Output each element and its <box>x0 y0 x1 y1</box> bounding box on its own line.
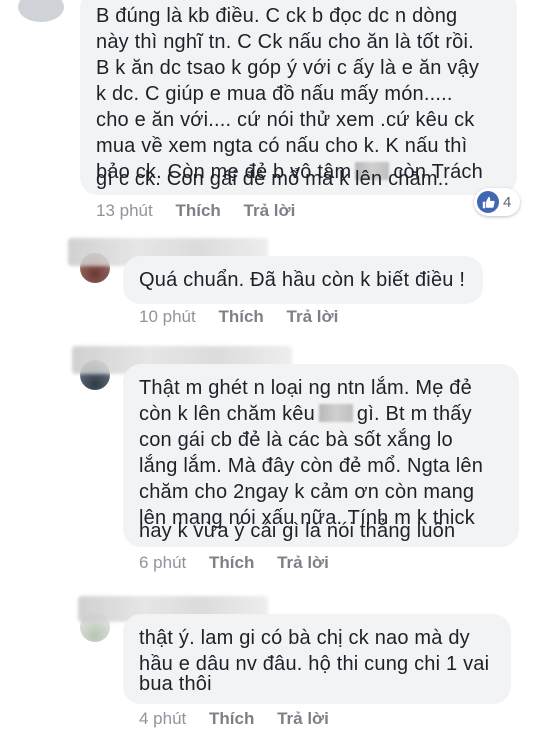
comment-text-part: còn k lên chăm kêu <box>139 403 315 425</box>
timestamp: 6 phút <box>139 553 187 572</box>
reply-link[interactable]: Trả lời <box>287 307 339 327</box>
reaction-badge[interactable]: 4 <box>474 188 520 216</box>
comment-text: Quá chuẩn. Đã hầu còn k biết điều ! <box>139 269 466 291</box>
timestamp: 10 phút <box>139 307 196 326</box>
reply-link[interactable]: Trả lời <box>277 709 329 729</box>
comment-meta: 4 phút Thích Trả lời <box>139 709 329 729</box>
comment-text: này thì nghĩ tn. C Ck nấu cho ăn là tốt … <box>96 31 474 53</box>
comment-meta: 6 phút Thích Trả lời <box>139 553 329 573</box>
comment-text: cho e ăn với.... cứ nói thử xem .cứ kêu … <box>96 109 475 131</box>
comment-text: lắng lắm. Mà đây còn đẻ mổ. Ngta lên <box>139 455 484 477</box>
comment-text: bua thôi <box>139 673 212 695</box>
like-link[interactable]: Thích <box>175 201 220 221</box>
comment-text: Thật m ghét n loại ng ntn lắm. Mẹ đẻ <box>139 377 472 399</box>
comment-text: con gái cb đẻ là các bà sốt xắng lo <box>139 429 453 451</box>
reply-link[interactable]: Trả lời <box>244 201 296 221</box>
timestamp: 13 phút <box>96 201 153 220</box>
comment-text: hay k vừa ý cái gì là nói thẳng luôn <box>139 520 456 542</box>
comment-text: B đúng là kb điều. C ck b đọc dc n dòng <box>96 5 458 27</box>
avatar[interactable] <box>18 0 64 22</box>
redaction-blur <box>318 404 353 422</box>
like-link[interactable]: Thích <box>209 553 254 573</box>
comment-text: gì c ck. Con gái đẻ mổ mà k lên chăm.. <box>96 168 450 190</box>
timestamp: 4 phút <box>139 709 187 728</box>
reply-link[interactable]: Trả lời <box>277 553 329 573</box>
comment-text: B k ăn dc tsao k góp ý với c ấy là e ăn … <box>96 57 480 79</box>
comment-text: mua về xem ngta có nấu cho k. K nấu thì <box>96 135 468 157</box>
comment-text: k dc. C giúp e mua đồ nấu mấy món..... <box>96 83 453 105</box>
like-link[interactable]: Thích <box>218 307 263 327</box>
like-link[interactable]: Thích <box>209 709 254 729</box>
comment-text-part: gì. Bt m thấy <box>356 403 472 425</box>
comment-meta: 10 phút Thích Trả lời <box>139 307 338 327</box>
reaction-count: 4 <box>503 193 512 211</box>
comment-text: chăm cho 2ngay k cảm ơn còn mang <box>139 481 475 503</box>
comment-text: thật ý. lam gi có bà chị ck nao mà dy <box>139 627 470 649</box>
comment-text: còn k lên chăm kêu gì. Bt m thấy <box>139 402 472 426</box>
comment-meta: 13 phút Thích Trả lời <box>96 201 295 221</box>
thumbs-up-icon <box>477 191 499 213</box>
